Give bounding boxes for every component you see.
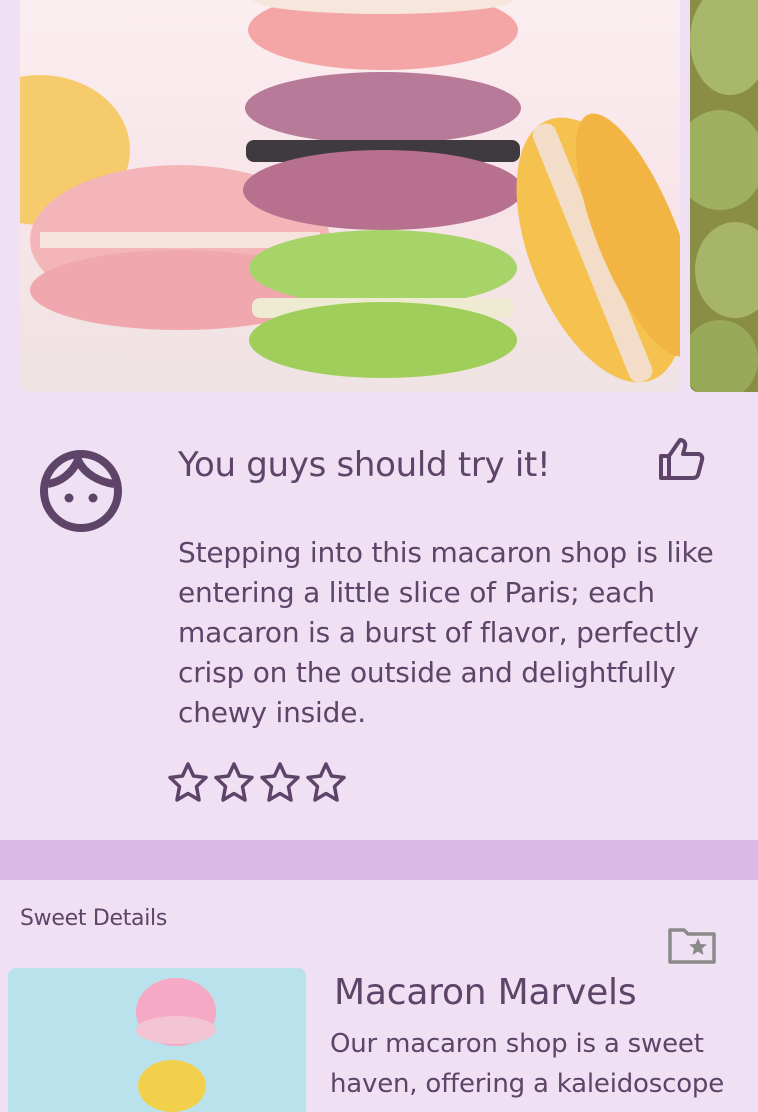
folder-star-icon[interactable] (666, 922, 718, 966)
section-label: Sweet Details (20, 906, 168, 931)
face-icon (38, 448, 124, 534)
star-rating[interactable] (166, 760, 348, 808)
product-title: Macaron Marvels (334, 972, 637, 1013)
star-outline-icon[interactable] (258, 760, 302, 806)
product-description: Our macaron shop is a sweet haven, offer… (330, 1029, 725, 1099)
star-outline-icon[interactable] (166, 760, 210, 806)
review-title: You guys should try it! (178, 445, 551, 485)
star-outline-icon[interactable] (304, 760, 348, 806)
review-body: Stepping into this macaron shop is like … (178, 536, 714, 729)
macaron-stack-photo[interactable] (20, 0, 680, 392)
star-outline-icon[interactable] (212, 760, 256, 806)
image-carousel[interactable] (0, 0, 758, 392)
page: You guys should try it! Stepping into th… (0, 0, 758, 1112)
macaron-on-blue-photo[interactable] (8, 968, 306, 1112)
thumbs-up-icon[interactable] (656, 436, 706, 482)
section-divider (0, 840, 758, 880)
pistachio-macarons-photo[interactable] (690, 0, 758, 392)
